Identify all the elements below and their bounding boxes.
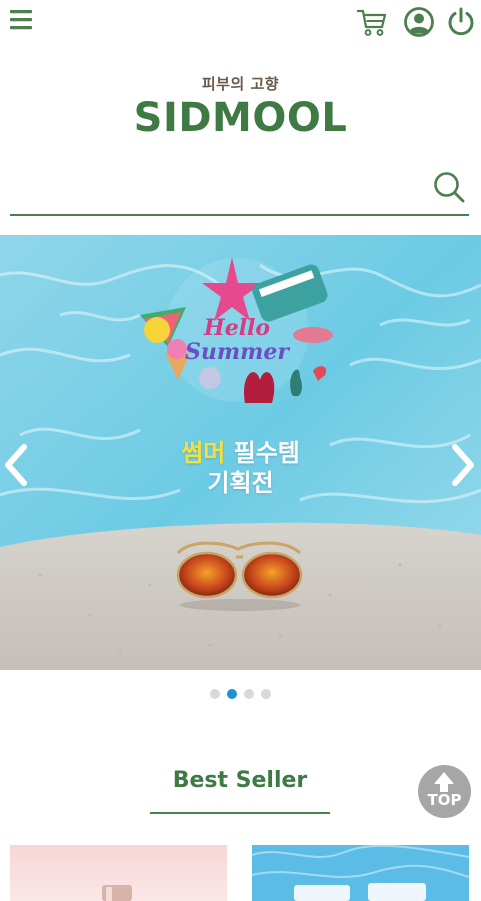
cart-icon[interactable] [356,6,388,38]
search-bar [10,166,469,216]
arrow-up-icon [434,772,454,792]
product-image-1 [102,885,132,901]
product-card-1[interactable] [10,845,227,901]
power-icon[interactable] [446,6,476,36]
product-card-2[interactable] [252,845,469,901]
carousel-dot-4[interactable] [261,689,271,699]
svg-text:Hello: Hello [203,315,270,341]
brand-block: 피부의 고향 SIDMOOL [0,74,481,142]
carousel-dots [0,689,481,699]
best-seller-title: Best Seller [150,762,330,814]
prev-slide-arrow-icon[interactable] [0,443,34,487]
promo-banner[interactable]: Hello Summer 썸머 필수템 기획전 [0,235,481,670]
svg-text:Summer: Summer [185,339,290,365]
product-image-2 [252,845,469,901]
carousel-dot-3[interactable] [244,689,254,699]
menu-icon[interactable] [9,8,33,32]
banner-subheadline: 기획전 [207,469,274,497]
scroll-top-label: TOP [427,791,462,809]
next-slide-arrow-icon[interactable] [445,443,479,487]
carousel-dot-2[interactable] [227,689,237,699]
user-icon[interactable] [403,6,435,38]
search-input[interactable] [10,170,424,208]
search-icon[interactable] [432,170,466,204]
brand-tagline: 피부의 고향 [201,75,280,93]
carousel-dot-1[interactable] [210,689,220,699]
scroll-top-button[interactable]: TOP [418,765,471,818]
brand-logo[interactable]: SIDMOOL [0,94,481,142]
top-bar [0,0,481,44]
